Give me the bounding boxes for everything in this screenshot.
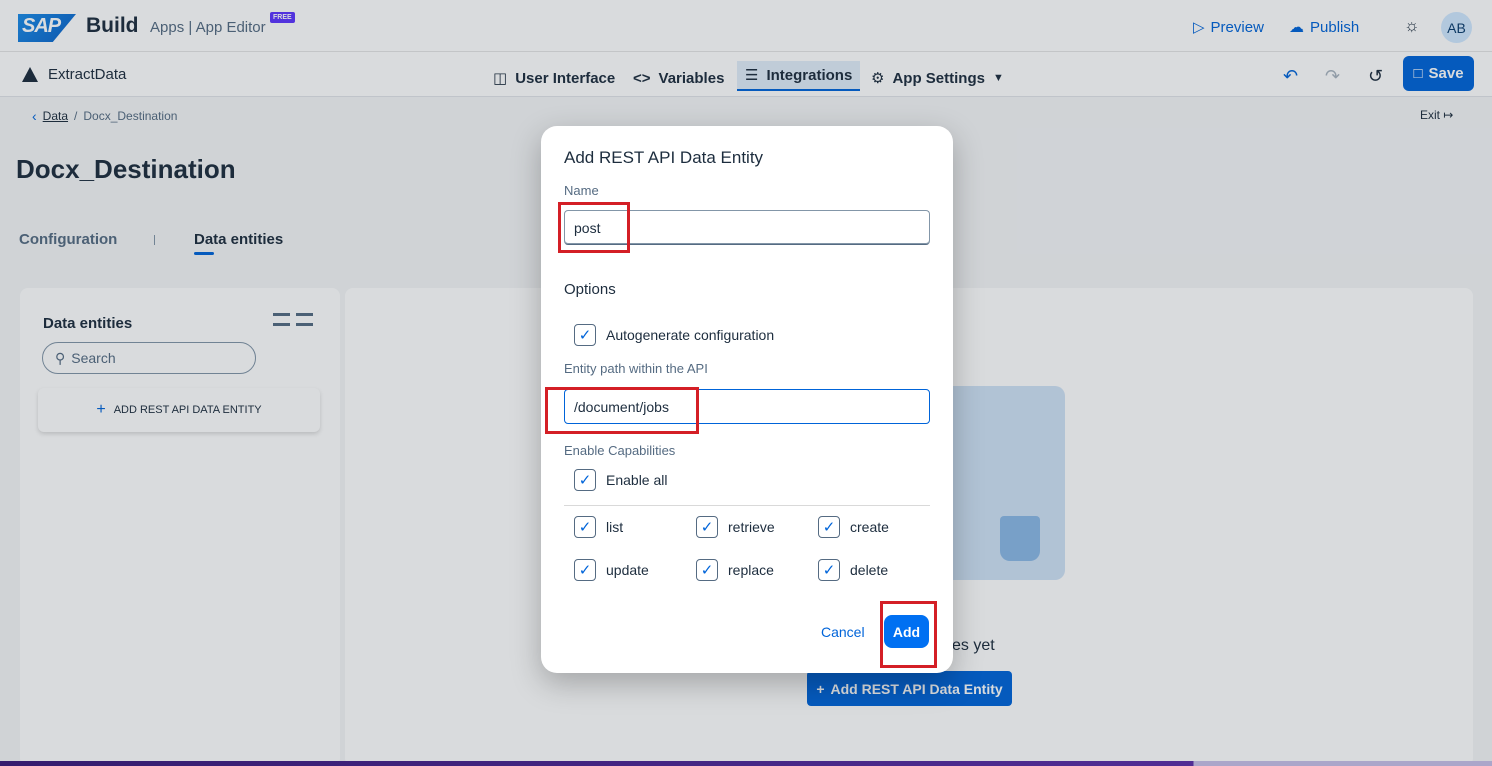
capability-label: replace (728, 562, 774, 578)
highlight-add-button (880, 601, 937, 668)
capability-label: list (606, 519, 624, 535)
capability-delete[interactable]: ✓ delete (818, 559, 888, 581)
capabilities-divider (564, 505, 930, 506)
capability-label: create (850, 519, 889, 535)
retrieve-checkbox[interactable]: ✓ (696, 516, 718, 538)
replace-checkbox[interactable]: ✓ (696, 559, 718, 581)
capability-list[interactable]: ✓ list (574, 516, 623, 538)
capability-label: delete (850, 562, 889, 578)
highlight-path-field (545, 387, 699, 434)
capability-label: update (606, 562, 649, 578)
options-heading: Options (564, 281, 616, 298)
capability-label: retrieve (728, 519, 775, 535)
enable-all-label: Enable all (606, 472, 668, 488)
capability-retrieve[interactable]: ✓ retrieve (696, 516, 775, 538)
capability-replace[interactable]: ✓ replace (696, 559, 774, 581)
autogenerate-checkbox[interactable]: ✓ (574, 324, 596, 346)
autogenerate-checkbox-row[interactable]: ✓ Autogenerate configuration (574, 324, 774, 346)
entity-path-label: Entity path within the API (564, 361, 708, 376)
enable-all-checkbox-row[interactable]: ✓ Enable all (574, 469, 668, 491)
cancel-button[interactable]: Cancel (821, 624, 865, 640)
highlight-name-field (558, 202, 630, 253)
capabilities-label: Enable Capabilities (564, 443, 676, 458)
enable-all-checkbox[interactable]: ✓ (574, 469, 596, 491)
delete-checkbox[interactable]: ✓ (818, 559, 840, 581)
capability-create[interactable]: ✓ create (818, 516, 889, 538)
create-checkbox[interactable]: ✓ (818, 516, 840, 538)
dialog-title: Add REST API Data Entity (564, 148, 764, 167)
autogenerate-label: Autogenerate configuration (606, 327, 775, 343)
update-checkbox[interactable]: ✓ (574, 559, 596, 581)
capability-update[interactable]: ✓ update (574, 559, 649, 581)
list-checkbox[interactable]: ✓ (574, 516, 596, 538)
name-label: Name (564, 183, 599, 198)
